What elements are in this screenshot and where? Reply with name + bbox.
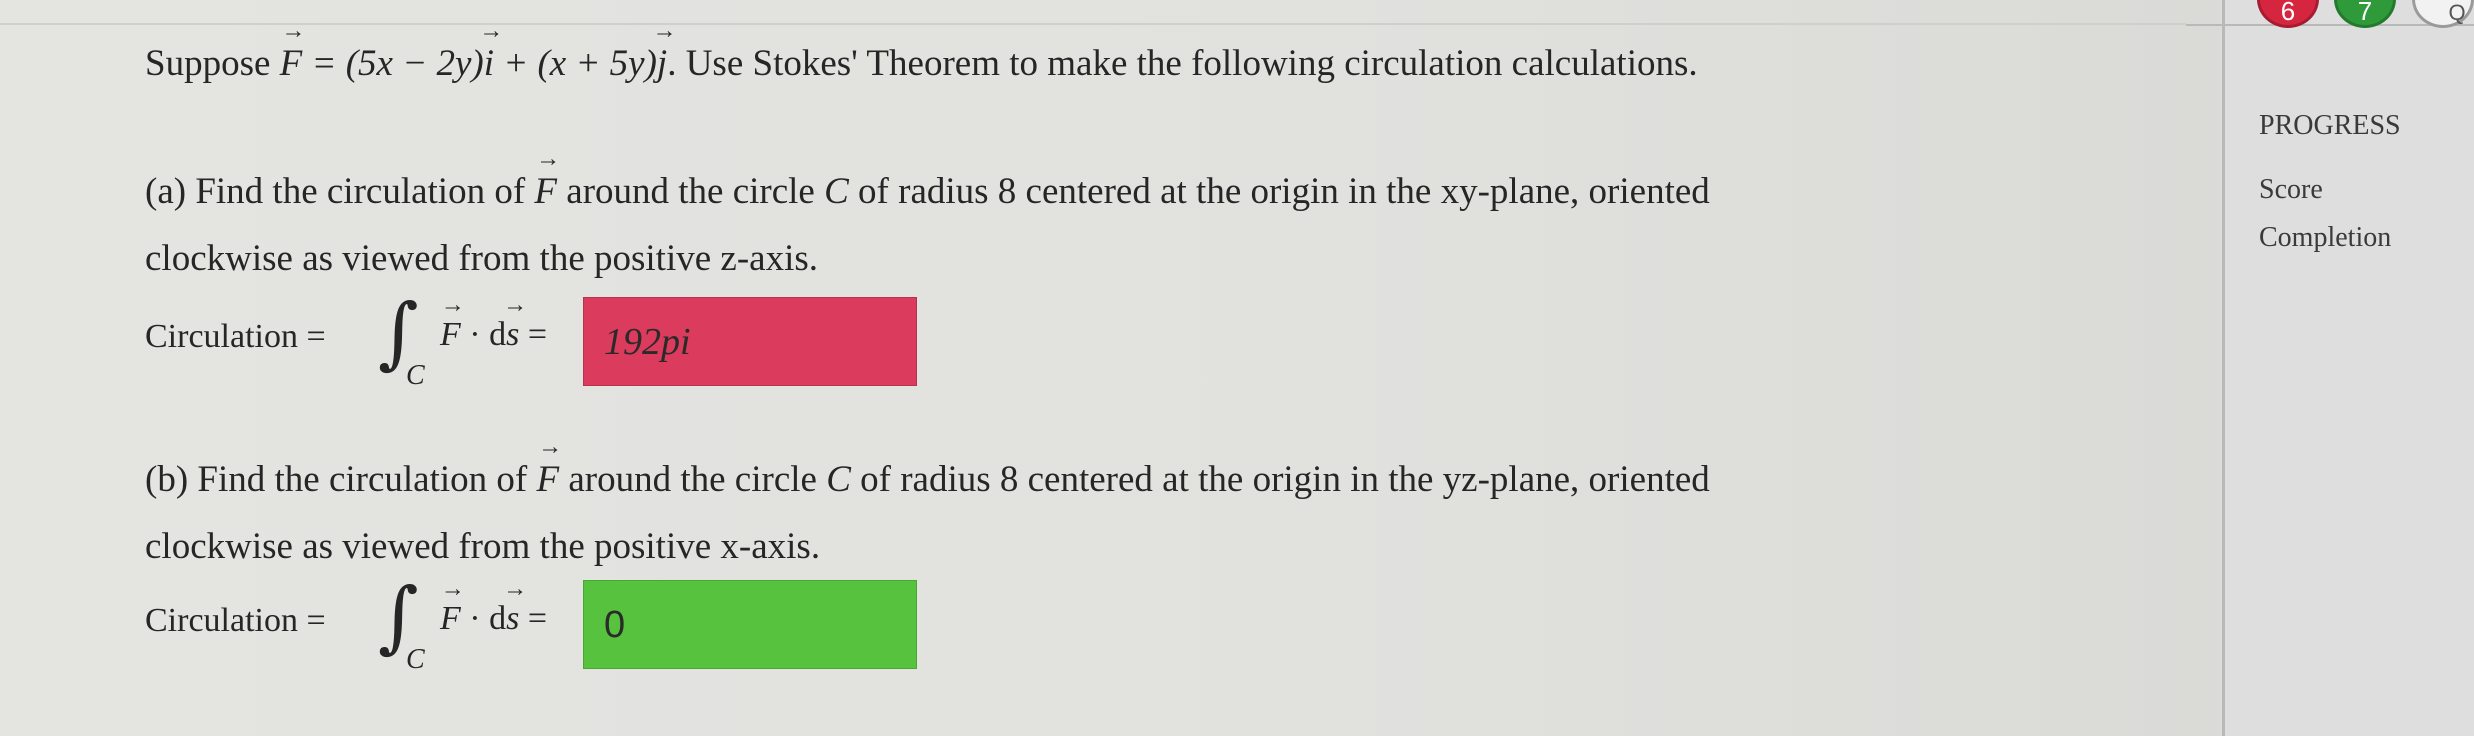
part-a-circulation-label: Circulation = bbox=[145, 318, 326, 355]
problem-statement: Suppose F = (5x − 2y)i + (x + 5y)j. Use … bbox=[145, 42, 1698, 85]
vector-F: F bbox=[440, 600, 461, 638]
top-divider bbox=[0, 23, 2186, 25]
question-panel bbox=[0, 0, 2220, 736]
dot-operator: · d bbox=[460, 316, 507, 353]
dot-operator: · d bbox=[460, 600, 507, 637]
part-a-answer-value: 192pi bbox=[604, 321, 691, 363]
search-icon: Q bbox=[2448, 0, 2466, 25]
part-a-integrand: F · ds = bbox=[440, 316, 547, 354]
part-b-text: (b) Find the circulation of bbox=[145, 459, 537, 500]
completion-label: Completion bbox=[2259, 222, 2392, 253]
part-b-answer-field[interactable]: 0 bbox=[583, 580, 917, 669]
statement-suffix: . Use Stokes' Theorem to make the follow… bbox=[667, 43, 1698, 84]
part-a-text: of radius 8 centered at the origin in th… bbox=[848, 171, 1710, 212]
part-b-answer-value: 0 bbox=[604, 604, 626, 646]
part-b-text: around the circle bbox=[559, 459, 827, 500]
statement-prefix: Suppose bbox=[145, 43, 280, 84]
part-a-text: around the circle bbox=[557, 171, 825, 212]
part-b-integrand: F · ds = bbox=[440, 600, 547, 638]
curve-C: C bbox=[826, 459, 851, 500]
part-b-question-line1: (b) Find the circulation of F around the… bbox=[145, 458, 1710, 501]
statement-formula: = (5x − 2y) bbox=[302, 43, 484, 84]
vector-F: F bbox=[534, 170, 557, 213]
equals-sign: = bbox=[519, 316, 548, 353]
score-label: Score bbox=[2259, 174, 2323, 205]
vector-F: F bbox=[536, 458, 559, 501]
unit-vector-j: j bbox=[657, 42, 667, 85]
vector-F: F bbox=[280, 42, 303, 85]
equals-sign: = bbox=[519, 600, 548, 637]
part-b-text: of radius 8 centered at the origin in th… bbox=[850, 459, 1710, 500]
vector-s: s bbox=[506, 600, 519, 638]
integral-subscript: C bbox=[406, 644, 425, 675]
part-a-text: (a) Find the circulation of bbox=[145, 171, 535, 212]
integral-subscript: C bbox=[406, 360, 425, 391]
vector-F: F bbox=[440, 316, 461, 354]
part-a-question-line2: clockwise as viewed from the positive z-… bbox=[145, 238, 818, 279]
vector-s: s bbox=[506, 316, 519, 354]
part-a-answer-field[interactable]: 192pi bbox=[583, 297, 917, 386]
attempt-6-label: 6 bbox=[2280, 0, 2296, 26]
part-b-question-line2: clockwise as viewed from the positive x-… bbox=[145, 526, 821, 567]
part-a-question-line1: (a) Find the circulation of F around the… bbox=[145, 170, 1710, 213]
progress-heading: PROGRESS bbox=[2259, 110, 2401, 141]
statement-mid: + (x + 5y) bbox=[493, 43, 657, 84]
attempt-7-label: 7 bbox=[2357, 0, 2373, 26]
curve-C: C bbox=[824, 171, 849, 212]
unit-vector-i: i bbox=[484, 42, 494, 85]
part-b-circulation-label: Circulation = bbox=[145, 602, 326, 639]
